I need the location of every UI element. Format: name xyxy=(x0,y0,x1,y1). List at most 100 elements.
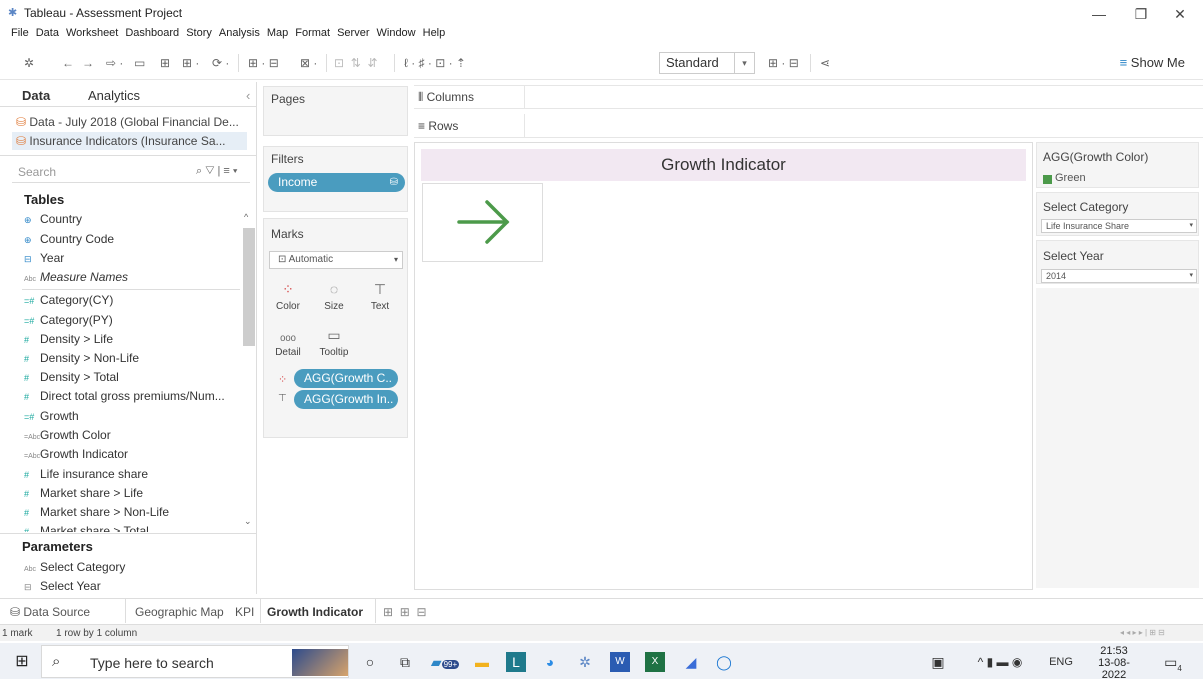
menu-data[interactable]: Data xyxy=(36,27,59,39)
field-item[interactable]: ⊕ Country Code xyxy=(24,232,114,251)
field-item[interactable]: Abc Measure Names xyxy=(24,270,128,289)
clock[interactable]: 21:53 13-08-2022 xyxy=(1086,645,1142,681)
detail-button[interactable]: ₒₒₒ Detail xyxy=(271,323,305,369)
filters-card[interactable]: Filters Income ⛁ xyxy=(263,146,408,212)
legend-swatch[interactable] xyxy=(1043,175,1052,184)
menu-window[interactable]: Window xyxy=(377,27,416,39)
tray-icons[interactable]: ^ ▮ ▬ ◉ xyxy=(960,652,1040,672)
filter-pill-income[interactable]: Income ⛁ xyxy=(268,173,405,192)
parameter-item[interactable]: ⊟ Select Year xyxy=(24,579,101,598)
sort-icons[interactable]: ⊡ ⇅ ⇵ xyxy=(334,55,378,71)
mark-pill-growth-color[interactable]: AGG(Growth C.. xyxy=(294,369,398,388)
field-item[interactable]: # Density > Total xyxy=(24,370,119,389)
collapse-pane-icon[interactable]: ‹ xyxy=(246,88,250,103)
menu-story[interactable]: Story xyxy=(186,27,212,39)
show-me-button[interactable]: ≡ Show Me xyxy=(1120,55,1185,70)
rows-shelf[interactable]: ≡ Rows xyxy=(414,114,1203,138)
field-item[interactable]: # Market share > Non-Life xyxy=(24,505,169,524)
data-source-item[interactable]: ⛁ Data - July 2018 (Global Financial De.… xyxy=(16,115,239,129)
tab-kpi[interactable]: KPI xyxy=(235,605,254,619)
menu-help[interactable]: Help xyxy=(423,27,446,39)
save-icon[interactable]: ▭ xyxy=(134,55,145,71)
tab-geographic-map[interactable]: Geographic Map xyxy=(135,605,224,619)
field-item[interactable]: # Direct total gross premiums/Num... xyxy=(24,389,225,408)
tab-data-source[interactable]: ⛁ Data Source xyxy=(10,605,90,619)
taskbar-search[interactable]: ⌕ Type here to search xyxy=(41,645,349,678)
field-item[interactable]: ⊕ Country xyxy=(24,212,82,231)
legend-item[interactable]: Green xyxy=(1055,172,1086,184)
task-view-icon[interactable]: ⧉ xyxy=(395,652,415,672)
field-item[interactable]: =AbcGrowth Color xyxy=(24,428,111,447)
excel-icon[interactable]: X xyxy=(645,652,665,672)
field-item[interactable]: # Density > Non-Life xyxy=(24,351,139,370)
category-select[interactable]: Life Insurance Share ▾ xyxy=(1041,219,1197,233)
windows-start-icon[interactable]: ⊞ xyxy=(12,652,32,672)
new-sheet-icon[interactable]: ⊞ · xyxy=(182,55,199,71)
scroll-up-icon[interactable]: ^ xyxy=(244,212,248,222)
field-item[interactable]: ⊟ Year xyxy=(24,251,64,270)
right-arrow-icon[interactable] xyxy=(423,184,542,261)
menu-worksheet[interactable]: Worksheet xyxy=(66,27,118,39)
menu-analysis[interactable]: Analysis xyxy=(219,27,260,39)
scrollbar-thumb[interactable] xyxy=(243,228,255,346)
highlight-icon[interactable]: ℓ · ♯ · ⊡ · ⇡ xyxy=(404,55,466,71)
edge-icon[interactable]: ◕ xyxy=(540,652,560,672)
close-button[interactable]: ✕ xyxy=(1165,4,1195,24)
search-icon[interactable]: ⌕ ▽ | ≡ ▾ xyxy=(196,165,238,178)
file-explorer-icon[interactable]: ▬ xyxy=(472,652,492,672)
tableau-taskbar-icon[interactable]: ✲ xyxy=(575,652,595,672)
data-source-item-active[interactable]: ⛁ Insurance Indicators (Insurance Sa... xyxy=(16,134,226,148)
field-item[interactable]: # Density > Life xyxy=(24,332,113,351)
columns-shelf[interactable]: ⦀ Columns xyxy=(414,85,1203,109)
app-l-icon[interactable]: L xyxy=(506,652,526,672)
app-icon[interactable]: ◢ xyxy=(681,652,701,672)
year-select[interactable]: 2014 ▾ xyxy=(1041,269,1197,283)
share-icon[interactable]: ⋖ xyxy=(820,55,830,71)
menu-server[interactable]: Server xyxy=(337,27,369,39)
notification-icon[interactable]: ▭4 xyxy=(1160,652,1186,673)
presentation-icon[interactable]: ⊞ · ⊟ xyxy=(768,55,799,71)
tab-analytics[interactable]: Analytics xyxy=(88,88,140,103)
refresh-icon[interactable]: ⟳ · xyxy=(212,55,229,71)
field-item[interactable]: =# Category(PY) xyxy=(24,313,113,332)
tableau-home-icon[interactable]: ✲ xyxy=(24,55,34,71)
view-canvas[interactable]: Growth Indicator xyxy=(414,142,1033,590)
swap-icon[interactable]: ⊞ · ⊟ xyxy=(248,55,279,71)
field-item[interactable]: # Life insurance share xyxy=(24,467,148,486)
tab-data[interactable]: Data xyxy=(22,88,50,103)
mark-type-select[interactable]: ⊡ Automatic ▾ xyxy=(269,251,403,269)
parameter-item[interactable]: Abc Select Category xyxy=(24,560,125,579)
fit-select[interactable]: Standard ▾ xyxy=(659,52,755,74)
app-circle-icon[interactable]: ◯ xyxy=(714,652,734,672)
field-item[interactable]: =AbcGrowth Indicator xyxy=(24,447,128,466)
mail-icon[interactable]: ▰ 99+ xyxy=(428,652,462,672)
search-field[interactable]: Search ⌕ ▽ | ≡ ▾ xyxy=(12,163,250,183)
color-button[interactable]: ⁘ Color xyxy=(271,277,305,323)
new-sheet-tab-icons[interactable]: ⊞ ⊞ ⊟ xyxy=(383,605,427,619)
size-button[interactable]: ◌ Size xyxy=(317,277,351,323)
menu-format[interactable]: Format xyxy=(295,27,330,39)
menu-map[interactable]: Map xyxy=(267,27,288,39)
indicator-cell[interactable] xyxy=(422,183,543,262)
undo-icon[interactable]: ← xyxy=(62,55,74,71)
redo-icon[interactable]: → xyxy=(82,55,94,71)
cortana-icon[interactable]: ○ xyxy=(360,652,380,672)
mark-pill-growth-indicator[interactable]: AGG(Growth In.. xyxy=(294,390,398,409)
sheet-nav-icons[interactable]: ◂ ◂ ▸ ▸ | ⊞ ⊟ xyxy=(1120,628,1165,637)
field-item[interactable]: =# Category(CY) xyxy=(24,293,113,312)
field-item[interactable]: =# Growth xyxy=(24,409,79,428)
tab-growth-indicator[interactable]: Growth Indicator xyxy=(267,605,363,619)
text-button[interactable]: ⊤ Text xyxy=(363,277,397,323)
tooltip-button[interactable]: ▭ Tooltip xyxy=(317,323,351,369)
menu-file[interactable]: File xyxy=(11,27,29,39)
menu-dashboard[interactable]: Dashboard xyxy=(125,27,179,39)
language-indicator[interactable]: ENG xyxy=(1046,652,1076,672)
new-datasource-icon[interactable]: ⊞ xyxy=(160,55,170,71)
replay-icon[interactable]: ⇨ · xyxy=(106,55,123,71)
tray-app-icon[interactable]: ▣ xyxy=(928,652,948,672)
word-icon[interactable]: W xyxy=(610,652,630,672)
aggregate-icon[interactable]: ⊠ · xyxy=(300,55,317,71)
maximize-button[interactable]: ❐ xyxy=(1126,4,1156,24)
field-item[interactable]: # Market share > Total xyxy=(24,524,149,532)
pages-card[interactable]: Pages xyxy=(263,86,408,136)
